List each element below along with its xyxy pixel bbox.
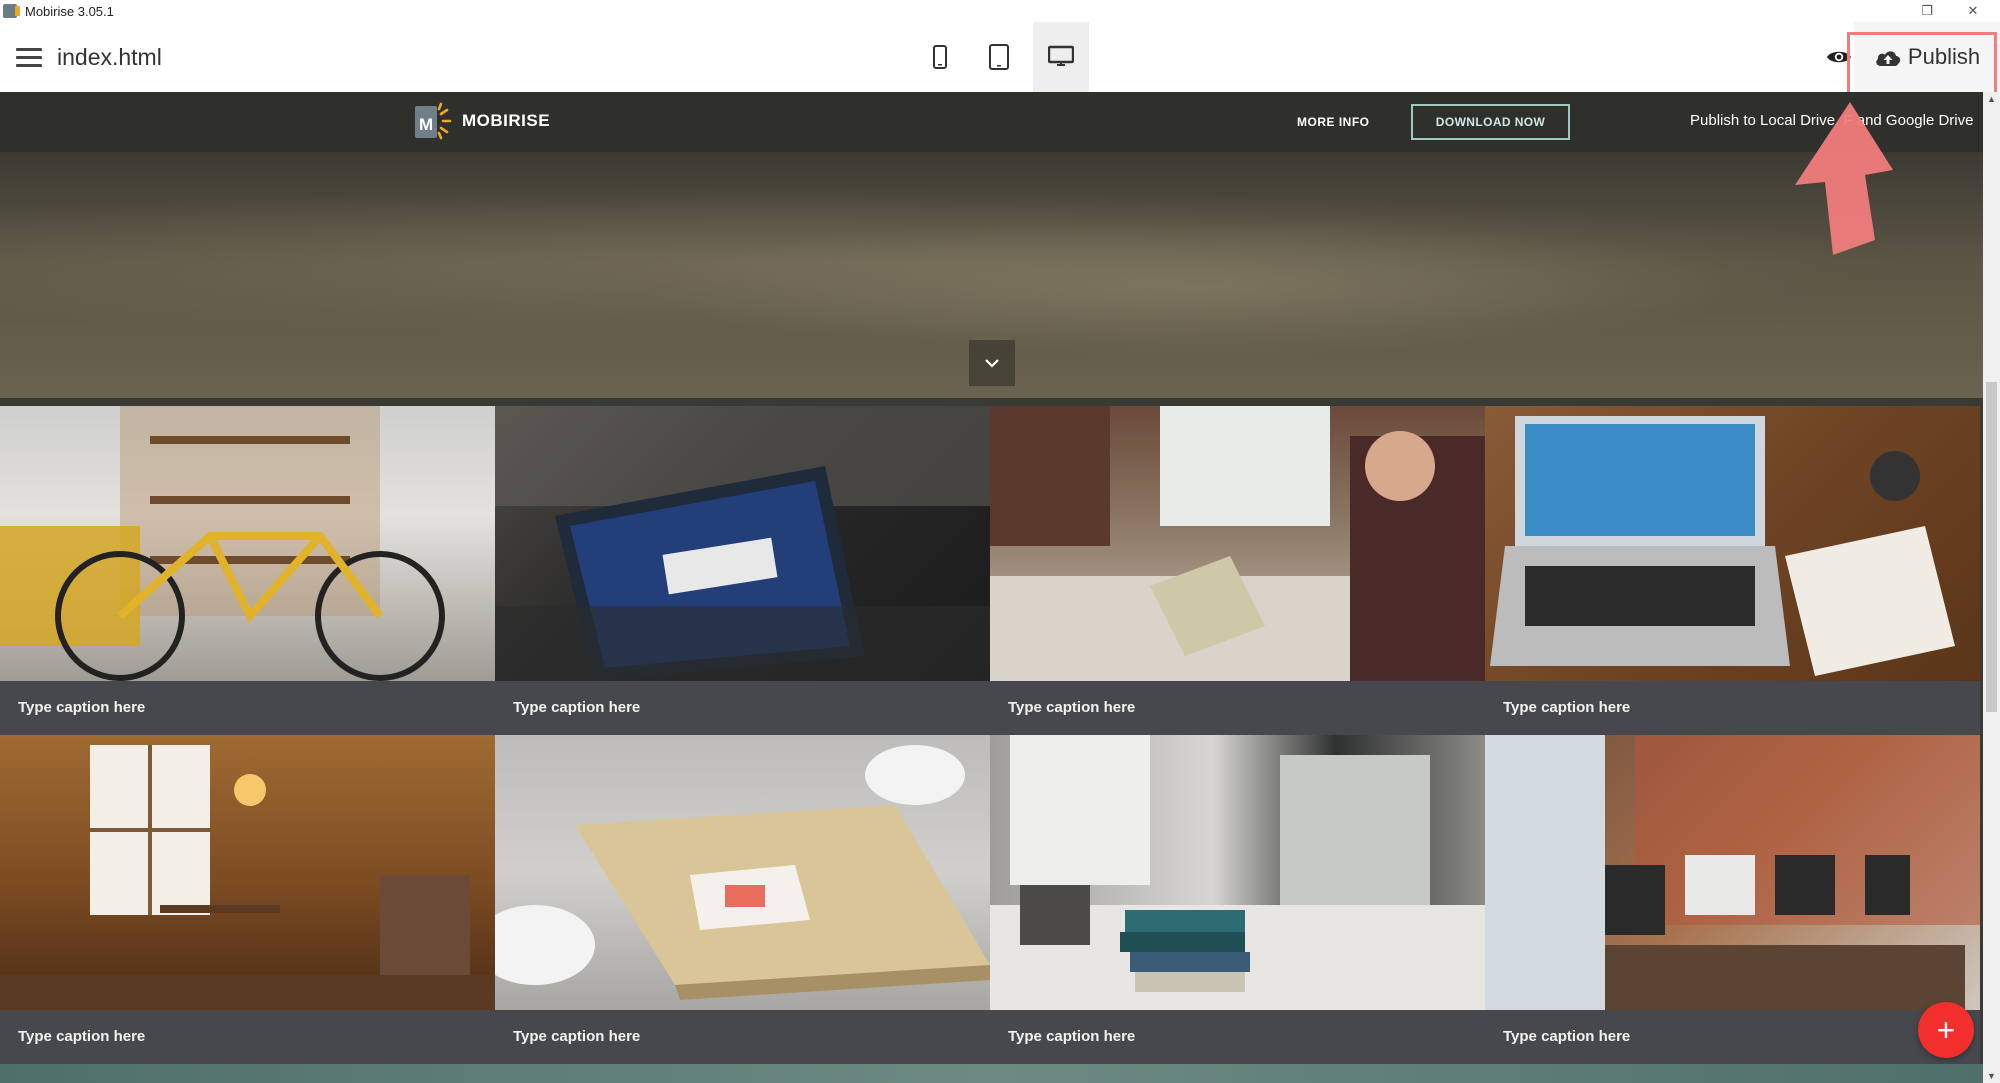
menu-icon[interactable] (16, 48, 42, 68)
mobile-view-button[interactable] (912, 22, 968, 92)
mobirise-window: Mobirise 3.05.1 ❐ ✕ index.html Publish M… (0, 0, 2000, 1083)
caption-bar: Type caption here (0, 1010, 495, 1064)
gallery-caption[interactable]: Type caption here (1008, 1028, 1135, 1045)
gallery-tile[interactable]: Type caption here (1485, 735, 1980, 1064)
desktop-view-button[interactable] (1033, 22, 1089, 92)
next-section-preview (0, 1064, 1983, 1083)
caption-bar: Type caption here (1485, 681, 1980, 735)
gallery-caption[interactable]: Type caption here (513, 1028, 640, 1045)
window-close-button[interactable]: ✕ (1954, 0, 1992, 22)
gallery-caption[interactable]: Type caption here (18, 699, 145, 716)
canvas-scrollbar[interactable]: ▲ ▼ (1983, 92, 2000, 1083)
publish-tooltip: Publish to Local Drive, F and Google Dri… (1690, 112, 1974, 129)
laptop-notebook-photo (1485, 406, 1980, 681)
bicycle-photo (0, 406, 495, 681)
nav-more-info-link[interactable]: MORE INFO (1297, 115, 1370, 129)
caption-bar: Type caption here (990, 681, 1485, 735)
publish-button[interactable]: Publish (1854, 22, 2000, 92)
cloud-upload-icon (1876, 51, 1901, 66)
tablet-view-button[interactable] (971, 22, 1027, 92)
tablet-icon (989, 44, 1009, 70)
nav-download-button[interactable]: DOWNLOAD NOW (1411, 104, 1570, 140)
image-gallery: Type caption here Type caption here Type… (0, 406, 1983, 1066)
window-title: Mobirise 3.05.1 (25, 3, 114, 19)
gallery-tile[interactable]: Type caption here (495, 406, 990, 735)
gallery-caption[interactable]: Type caption here (1503, 699, 1630, 716)
mobirise-logo-icon: M (415, 102, 452, 140)
laptop-code-photo (495, 406, 990, 681)
site-brand-name[interactable]: MOBIRISE (462, 111, 550, 131)
window-title-bar: Mobirise 3.05.1 ❐ ✕ (0, 0, 2000, 22)
caption-bar: Type caption here (0, 681, 495, 735)
scroll-down-arrow[interactable]: ▼ (1983, 1069, 2000, 1083)
shelf-speakers-photo (1485, 735, 1980, 1010)
editor-canvas: M MOBIRISE MORE INFO DOWNLOAD NOW Publis… (0, 92, 1983, 1083)
mobile-icon (933, 45, 947, 69)
gallery-tile[interactable]: Type caption here (1485, 406, 1980, 735)
window-books-photo (990, 735, 1485, 1010)
scrollbar-thumb[interactable] (1986, 382, 1997, 712)
page-file-name[interactable]: index.html (57, 44, 162, 71)
editor-toolbar: index.html Publish (0, 22, 2000, 112)
site-navbar: M MOBIRISE MORE INFO DOWNLOAD NOW Publis… (0, 92, 1983, 152)
gallery-caption[interactable]: Type caption here (1503, 1028, 1630, 1045)
scroll-up-arrow[interactable]: ▲ (1983, 92, 2000, 106)
eye-icon (1827, 51, 1851, 63)
caption-bar: Type caption here (495, 1010, 990, 1064)
caption-bar: Type caption here (990, 1010, 1485, 1064)
scroll-down-button[interactable] (969, 340, 1015, 386)
gallery-tile[interactable]: Type caption here (0, 406, 495, 735)
gallery-tile[interactable]: Type caption here (0, 735, 495, 1064)
gallery-caption[interactable]: Type caption here (513, 699, 640, 716)
desktop-icon (1048, 45, 1074, 66)
window-restore-button[interactable]: ❐ (1908, 0, 1946, 22)
gallery-tile[interactable]: Type caption here (990, 735, 1485, 1064)
caption-bar: Type caption here (495, 681, 990, 735)
mobirise-app-icon (3, 4, 20, 18)
svg-text:M: M (419, 115, 433, 134)
caption-bar: Type caption here (1485, 1010, 1980, 1064)
cafe-room-photo (0, 735, 495, 1010)
chevron-down-icon (985, 359, 999, 368)
desk-work-photo (990, 406, 1485, 681)
gallery-tile[interactable]: Type caption here (990, 406, 1485, 735)
gallery-caption[interactable]: Type caption here (18, 1028, 145, 1045)
publish-label: Publish (1907, 44, 1981, 69)
gallery-tile[interactable]: Type caption here (495, 735, 990, 1064)
add-block-button[interactable]: + (1918, 1002, 1974, 1058)
table-chairs-photo (495, 735, 990, 1010)
gallery-caption[interactable]: Type caption here (1008, 699, 1135, 716)
